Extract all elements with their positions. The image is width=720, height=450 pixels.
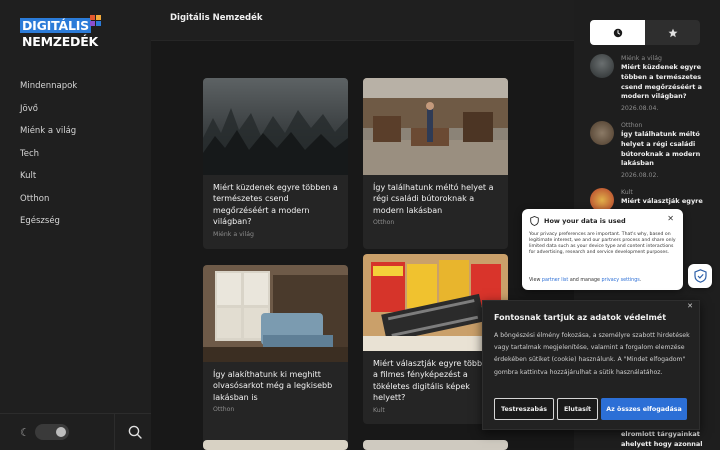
moon-icon: ☾: [20, 426, 30, 439]
privacy-title: How your data is used: [544, 217, 626, 225]
app: DIGITÁLIS NEMZEDÉK Mindennapok Jövő Mién…: [0, 0, 720, 450]
rail-article[interactable]: Miénk a világ Miért küzdenek egyre többe…: [590, 54, 718, 114]
shield-check-icon: [693, 269, 707, 283]
sidebar-item-tech[interactable]: Tech: [20, 147, 77, 170]
rail-article-category: Otthon: [621, 122, 643, 129]
logo-square-icon: [90, 21, 95, 26]
rail-thumbnail: [590, 121, 614, 145]
article-category: Miénk a világ: [213, 230, 254, 238]
privacy-link-suffix: .: [639, 278, 642, 283]
foggy-forest-image: [203, 78, 348, 175]
tab-favorites[interactable]: [645, 20, 700, 45]
accept-all-button[interactable]: Az összes elfogadása: [601, 398, 687, 420]
logo-line-1: DIGITÁLIS: [20, 18, 91, 33]
logo-square-icon: [96, 15, 101, 20]
privacy-shield-button[interactable]: [688, 264, 712, 288]
rail-article[interactable]: Otthon Így találhatunk méltó helyet a ré…: [590, 121, 718, 181]
privacy-links: View partner list and manage privacy set…: [529, 278, 641, 283]
article-category: Otthon: [213, 406, 235, 414]
rail-article-title: Miért választják egyre: [621, 197, 703, 205]
sidebar: DIGITÁLIS NEMZEDÉK Mindennapok Jövő Mién…: [0, 0, 151, 450]
privacy-link-prefix: View: [529, 278, 541, 283]
sidebar-item-kult[interactable]: Kult: [20, 169, 77, 192]
cookie-title: Fontosnak tartjuk az adatok védelmét: [494, 313, 667, 322]
sidebar-item-otthon[interactable]: Otthon: [20, 192, 77, 215]
toggle-knob: [56, 427, 66, 437]
article-card[interactable]: [203, 440, 348, 450]
sidebar-item-jovo[interactable]: Jövő: [20, 102, 77, 125]
logo-square-icon: [96, 21, 101, 26]
page-title: Digitális Nemzedék: [170, 13, 263, 23]
rail-article-category: Miénk a világ: [621, 55, 662, 62]
cookie-dialog: ✕ Fontosnak tartjuk az adatok védelmét A…: [482, 300, 700, 430]
theme-toggle[interactable]: [35, 424, 69, 440]
close-icon[interactable]: ✕: [687, 302, 693, 310]
rail-article-category: Kult: [621, 189, 633, 196]
star-icon: [668, 28, 677, 37]
divider: [114, 414, 115, 450]
rail-article[interactable]: Kult Miért választják egyre: [590, 188, 718, 212]
article-title: Miért küzdenek egyre többen a természete…: [213, 183, 338, 227]
sidebar-footer: ☾: [0, 413, 151, 450]
antique-furniture-image: [363, 78, 508, 175]
search-icon[interactable]: [127, 424, 143, 440]
privacy-popup: How your data is used ✕ Your privacy pre…: [522, 209, 683, 290]
rail-article[interactable]: elromlott tárgyainkat ahelyett hogy azon…: [621, 430, 720, 450]
privacy-header: How your data is used: [530, 216, 626, 226]
rail-article-date: 2026.08.02.: [621, 172, 659, 180]
partner-list-link[interactable]: partner list: [542, 278, 568, 283]
cookie-body: A böngészési élmény fokozása, a személyr…: [494, 332, 690, 376]
rail-article-date: 2026.08.04.: [621, 105, 659, 113]
rail-thumbnail: [590, 54, 614, 78]
article-card[interactable]: Miért küzdenek egyre többen a természete…: [203, 78, 348, 249]
article-card[interactable]: Így találhatunk méltó helyet a régi csal…: [363, 78, 508, 249]
tab-latest[interactable]: [590, 20, 645, 45]
sidebar-item-mindennapok[interactable]: Mindennapok: [20, 79, 77, 102]
rail-tabs: [590, 20, 700, 45]
rail-article-title: Így találhatunk méltó helyet a régi csal…: [621, 130, 701, 168]
sidebar-item-mienk-a-vilag[interactable]: Miénk a világ: [20, 124, 77, 147]
logo-line-2: NEMZEDÉK: [22, 34, 99, 49]
clock-icon: [613, 28, 622, 37]
article-title: Így alakíthatunk ki meghitt olvasósarkot…: [213, 370, 333, 402]
customize-button[interactable]: Testreszabás: [494, 398, 554, 420]
top-bar: Digitális Nemzedék: [151, 0, 574, 41]
article-card[interactable]: Így alakíthatunk ki meghitt olvasósarkot…: [203, 265, 348, 450]
privacy-body: Your privacy preferences are important. …: [529, 232, 676, 255]
main-nav: Mindennapok Jövő Miénk a világ Tech Kult…: [20, 79, 77, 237]
reject-button[interactable]: Elutasít: [557, 398, 598, 420]
shield-icon: [530, 216, 539, 226]
reading-nook-image: [203, 265, 348, 362]
article-category: Otthon: [373, 219, 395, 227]
site-logo[interactable]: DIGITÁLIS NEMZEDÉK: [20, 15, 112, 49]
privacy-link-mid: and manage: [569, 278, 600, 283]
rail-article-title: Miért küzdenek egyre többen a természete…: [621, 63, 703, 101]
logo-square-icon: [90, 15, 95, 20]
privacy-settings-link[interactable]: privacy settings: [602, 278, 640, 283]
article-card[interactable]: [363, 440, 508, 450]
article-title: Így találhatunk méltó helyet a régi csal…: [373, 183, 494, 215]
rail-article-title: elromlott tárgyainkat ahelyett hogy azon…: [621, 430, 703, 448]
sidebar-item-egeszseg[interactable]: Egészség: [20, 214, 77, 237]
close-icon[interactable]: ✕: [667, 214, 674, 223]
